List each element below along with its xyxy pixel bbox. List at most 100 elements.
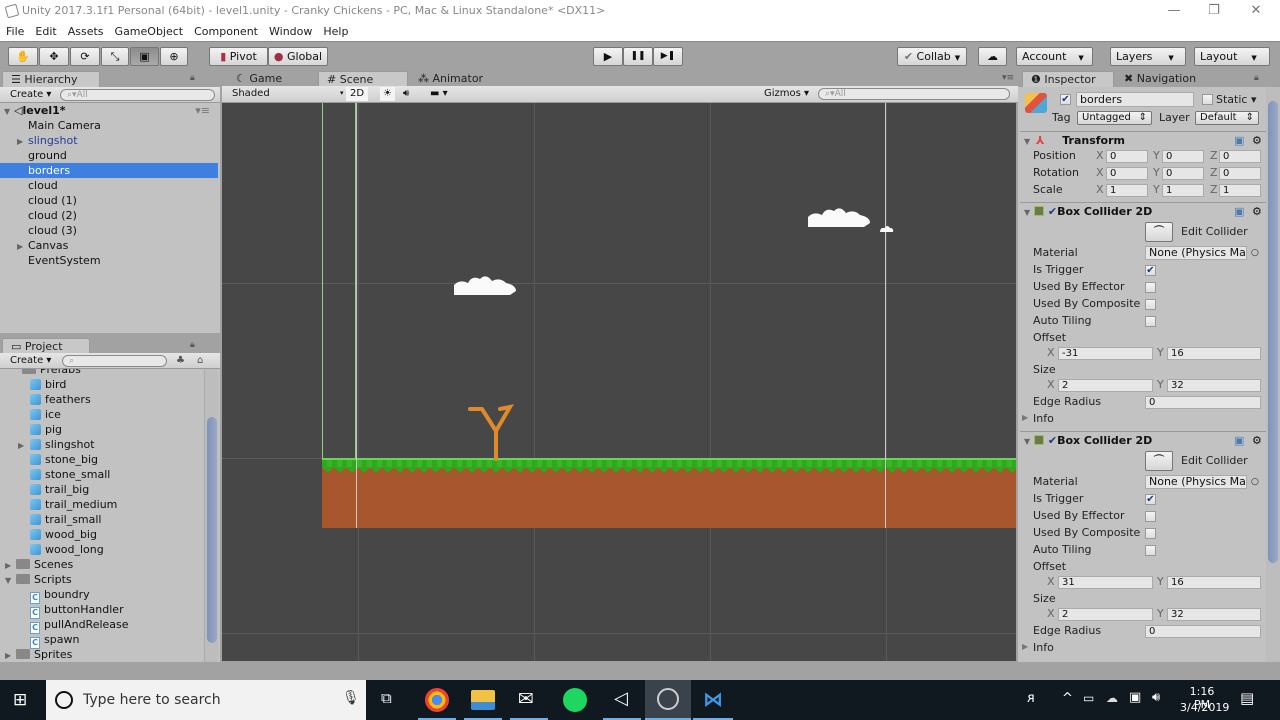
project-folder-scripts[interactable]: ▼ Scripts — [0, 572, 218, 587]
transform-position-x[interactable]: 0 — [1106, 150, 1148, 163]
scale-tool-button[interactable]: ⤡ — [101, 47, 129, 66]
hierarchy-item-canvas[interactable]: ▶ Canvas — [0, 238, 218, 253]
panel-menu-icon[interactable]: ▾≡ — [1002, 73, 1014, 83]
show-hidden-icons-chevron[interactable]: ^ — [1062, 691, 1073, 706]
project-item-stone-big[interactable]: stone_big — [0, 452, 218, 467]
transform-scale-z[interactable]: 1 — [1219, 184, 1261, 197]
spotify-icon[interactable] — [563, 688, 587, 712]
file-explorer-icon[interactable] — [471, 690, 495, 710]
project-script-pullandrelease[interactable]: CpullAndRelease — [0, 617, 218, 634]
project-script-boundry[interactable]: Cboundry — [0, 587, 218, 604]
microphone-icon[interactable]: 🎙︎ — [342, 690, 360, 706]
menu-component[interactable]: Component — [188, 22, 263, 41]
inspector-scrollbar[interactable] — [1266, 87, 1280, 662]
auto-tiling-checkbox[interactable] — [1145, 545, 1156, 556]
2d-mode-toggle[interactable]: 2D — [346, 87, 368, 101]
expand-arrow-icon[interactable]: ▶ — [17, 134, 23, 149]
menu-help[interactable]: Help — [317, 22, 353, 41]
cloud-sprite-small[interactable] — [878, 223, 896, 235]
scene-root[interactable]: ▼ ◁level1* ▾≡ — [0, 103, 218, 118]
tab-animator[interactable]: ⁂ Animator — [410, 71, 510, 87]
static-checkbox[interactable] — [1202, 94, 1213, 105]
pivot-toggle[interactable]: ▮ Pivot — [209, 47, 268, 66]
onedrive-icon[interactable]: ☁ — [1106, 691, 1118, 705]
used-by-composite-checkbox[interactable] — [1145, 528, 1156, 539]
settings-gear-icon[interactable]: ⚙ — [1252, 203, 1262, 221]
gizmos-dropdown[interactable]: Gizmos ▾ — [764, 87, 809, 101]
menu-file[interactable]: File — [0, 22, 29, 41]
offset-x-field[interactable]: 31 — [1058, 576, 1153, 589]
taskbar-search-box[interactable]: Type here to search 🎙︎ — [46, 680, 366, 720]
project-create-button[interactable]: Create ▾ — [10, 354, 51, 368]
unity-app-icon[interactable]: ◁ — [614, 688, 628, 709]
transform-tool-button[interactable]: ⊕ — [160, 47, 188, 66]
expand-arrow-icon[interactable]: ▶ — [1022, 411, 1028, 425]
tab-navigation[interactable]: ✖ Navigation — [1116, 71, 1226, 87]
size-x-field[interactable]: 2 — [1058, 608, 1153, 621]
slingshot-sprite[interactable] — [466, 401, 516, 461]
battery-icon[interactable]: ▭ — [1083, 691, 1094, 705]
project-item-wood-big[interactable]: wood_big — [0, 527, 218, 542]
menu-window[interactable]: Window — [263, 22, 317, 41]
box-collider-2d-header[interactable]: ▼ ✔Box Collider 2D ▣ ⚙ — [1020, 202, 1268, 220]
edit-collider-button[interactable]: ⏜ — [1145, 451, 1173, 471]
hierarchy-item-borders[interactable]: borders — [0, 163, 218, 178]
transform-position-y[interactable]: 0 — [1162, 150, 1204, 163]
tab-game[interactable]: ☾ Game — [228, 71, 318, 87]
edge-radius-field[interactable]: 0 — [1145, 396, 1261, 409]
auto-tiling-checkbox[interactable] — [1145, 316, 1156, 327]
menu-gameobject[interactable]: GameObject — [109, 22, 189, 41]
help-icon[interactable]: ▣ — [1234, 203, 1244, 221]
edit-collider-button[interactable]: ⏜ — [1145, 222, 1173, 242]
box-collider-2d-header[interactable]: ▼ ✔Box Collider 2D ▣ ⚙ — [1020, 431, 1268, 449]
tag-dropdown[interactable]: Untagged ⇕ — [1077, 111, 1152, 125]
static-dropdown[interactable]: Static ▾ — [1216, 93, 1256, 107]
size-y-field[interactable]: 32 — [1167, 608, 1261, 621]
project-item-ice[interactable]: ice — [0, 407, 218, 422]
object-picker-icon[interactable]: ○ — [1251, 246, 1259, 260]
transform-rotation-y[interactable]: 0 — [1162, 167, 1204, 180]
help-icon[interactable]: ▣ — [1234, 432, 1244, 450]
obs-taskbar-button[interactable] — [645, 680, 691, 720]
used-by-effector-checkbox[interactable] — [1145, 282, 1156, 293]
hierarchy-item-ground[interactable]: ground — [0, 148, 218, 163]
lock-icon[interactable]: 🔒︎ — [190, 340, 195, 350]
project-item-trail-small[interactable]: trail_small — [0, 512, 218, 527]
move-tool-button[interactable]: ✥ — [39, 47, 69, 66]
size-y-field[interactable]: 32 — [1167, 379, 1261, 392]
project-scrollbar[interactable] — [204, 369, 218, 662]
hierarchy-item-cloud-1[interactable]: cloud (1) — [0, 193, 218, 208]
rotate-tool-button[interactable]: ⟳ — [70, 47, 100, 66]
account-dropdown[interactable]: Account ▼ — [1016, 47, 1093, 66]
project-item-stone-small[interactable]: stone_small — [0, 467, 218, 482]
windows-start-icon[interactable]: ⊞ — [13, 690, 27, 710]
layout-dropdown[interactable]: Layout ▼ — [1194, 47, 1270, 66]
mail-icon[interactable]: ✉ — [518, 688, 534, 710]
expand-arrow-icon[interactable]: ▼ — [4, 107, 10, 116]
expand-arrow-icon[interactable]: ▶ — [5, 558, 11, 573]
scrollbar-thumb[interactable] — [207, 417, 217, 643]
is-trigger-checkbox[interactable]: ✔ — [1145, 494, 1156, 505]
info-foldout[interactable]: Info — [1033, 412, 1054, 426]
rect-tool-button[interactable]: ▣ — [130, 47, 159, 66]
lighting-toggle[interactable]: ☀ — [380, 87, 395, 101]
project-script-spawn[interactable]: Cspawn — [0, 632, 218, 649]
project-item-slingshot[interactable]: ▶ slingshot — [0, 437, 218, 452]
global-toggle[interactable]: ● Global — [268, 47, 328, 66]
hierarchy-item-cloud-3[interactable]: cloud (3) — [0, 223, 218, 238]
expand-arrow-icon[interactable]: ▶ — [1022, 640, 1028, 654]
lock-icon[interactable]: 🔒︎ — [190, 73, 195, 83]
material-field[interactable]: None (Physics Mat — [1145, 246, 1247, 260]
scrollbar-thumb[interactable] — [1268, 101, 1278, 563]
hierarchy-create-button[interactable]: Create ▾ — [10, 88, 51, 102]
hierarchy-item-eventsystem[interactable]: EventSystem — [0, 253, 218, 268]
vscode-icon[interactable]: ⋈ — [703, 687, 723, 711]
menu-edit[interactable]: Edit — [29, 22, 61, 41]
transform-position-z[interactable]: 0 — [1219, 150, 1261, 163]
filter-by-type-icon[interactable]: ♣ — [176, 354, 185, 368]
transform-rotation-z[interactable]: 0 — [1219, 167, 1261, 180]
lock-icon[interactable]: 🔒︎ — [1254, 73, 1259, 83]
scene-search-input[interactable]: ⌕▾All — [818, 88, 1010, 100]
project-script-buttonhandler[interactable]: CbuttonHandler — [0, 602, 218, 619]
tab-project[interactable]: ▭ Project — [2, 338, 90, 354]
